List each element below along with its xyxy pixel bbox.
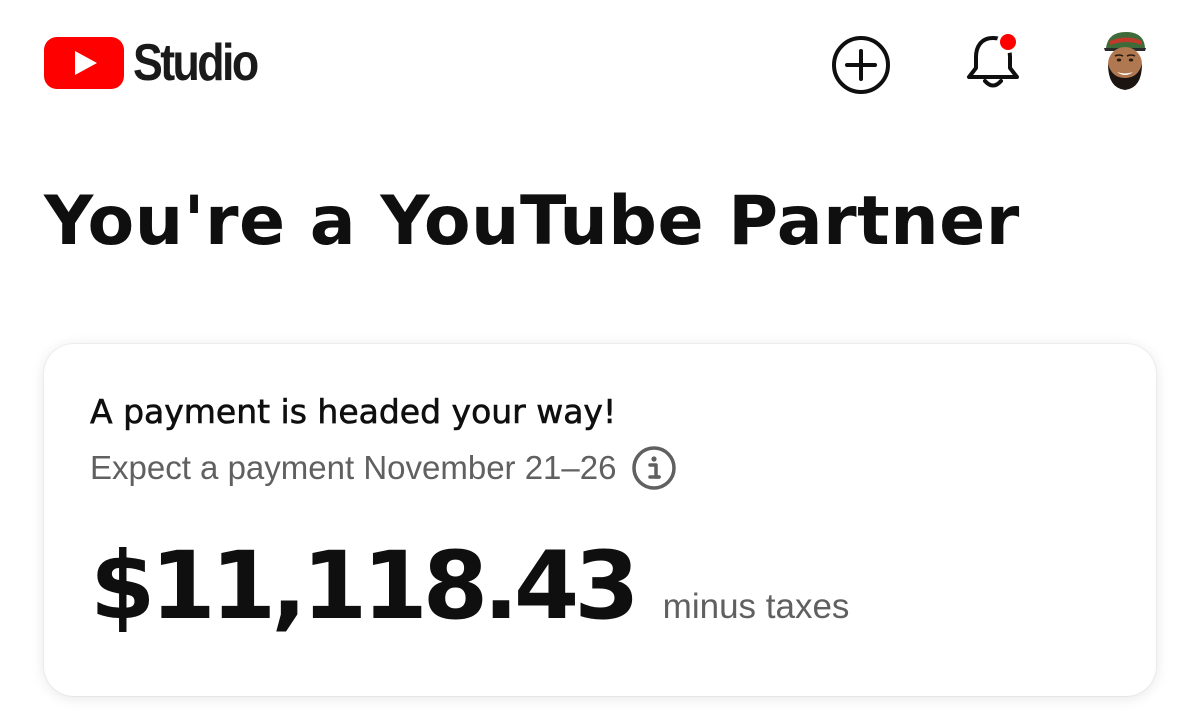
youtube-play-logo-icon bbox=[44, 37, 124, 89]
youtube-studio-logo[interactable]: Studio bbox=[44, 36, 277, 90]
studio-page: Studio You're a YouTube Partner A paymen… bbox=[0, 0, 1200, 725]
payment-amount-row: $11,118.43 minus taxes bbox=[90, 540, 849, 634]
notifications-button[interactable] bbox=[962, 28, 1024, 94]
payment-amount: $11,118.43 bbox=[90, 532, 640, 641]
bell-icon bbox=[967, 31, 1019, 88]
payment-card: A payment is headed your way! Expect a p… bbox=[44, 344, 1156, 696]
amount-tax-note: minus taxes bbox=[662, 587, 850, 626]
plus-circle-icon bbox=[832, 36, 890, 94]
account-avatar[interactable] bbox=[1098, 28, 1150, 92]
page-title: You're a YouTube Partner bbox=[44, 182, 1020, 261]
studio-wordmark: Studio bbox=[133, 34, 259, 92]
payment-date-row: Expect a payment November 21–26 bbox=[90, 444, 678, 492]
payment-date-text: Expect a payment November 21–26 bbox=[90, 449, 617, 486]
info-icon bbox=[632, 446, 677, 490]
app-header: Studio bbox=[0, 0, 1200, 125]
payment-info-button[interactable] bbox=[630, 444, 678, 492]
payment-heading: A payment is headed your way! bbox=[90, 392, 617, 432]
avatar-image bbox=[1104, 32, 1146, 90]
create-button[interactable] bbox=[830, 34, 892, 96]
